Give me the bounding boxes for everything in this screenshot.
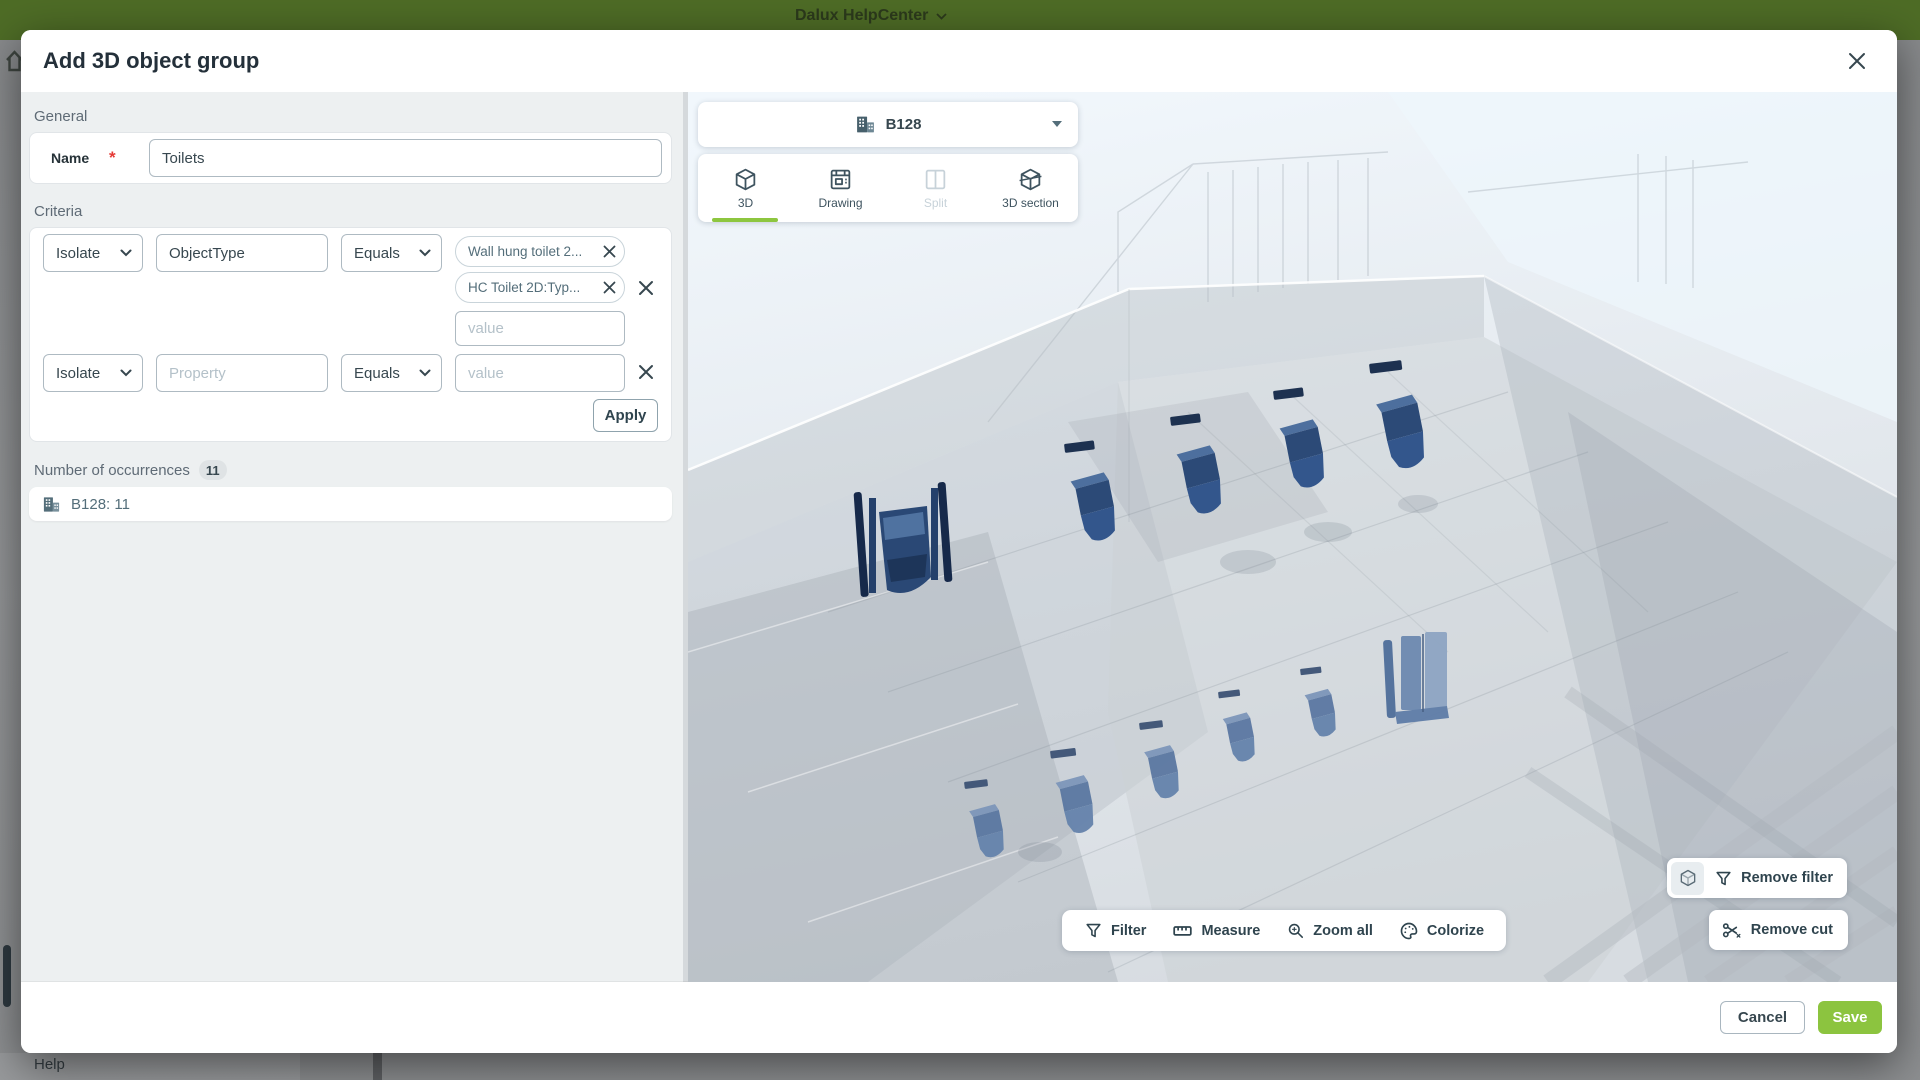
- remove-criteria-row-icon[interactable]: [638, 364, 654, 380]
- dialog-title: Add 3D object group: [43, 48, 1843, 74]
- add-3d-object-group-dialog: Add 3D object group General Name * Crite…: [21, 30, 1897, 1053]
- palette-icon: [1399, 921, 1419, 941]
- occurrence-item[interactable]: B128: 11: [29, 487, 672, 521]
- colorize-button[interactable]: Colorize: [1399, 921, 1484, 941]
- chevron-down-icon: [936, 13, 947, 20]
- tool-label: Filter: [1111, 923, 1146, 939]
- remove-filter-button[interactable]: Remove filter: [1714, 869, 1833, 888]
- chevron-down-icon: [120, 249, 132, 257]
- model-selector-value: B128: [886, 116, 922, 133]
- help-link: Help: [34, 1056, 65, 1073]
- action-select[interactable]: Isolate: [43, 354, 143, 392]
- value-chips-column: Wall hung toilet 2... HC Toilet 2D:Typ..…: [455, 234, 625, 346]
- cancel-button[interactable]: Cancel: [1720, 1001, 1805, 1034]
- value-chip-label: Wall hung toilet 2...: [468, 244, 582, 259]
- backdrop-strip: [373, 1053, 382, 1080]
- required-asterisk: *: [109, 148, 149, 168]
- apply-button[interactable]: Apply: [593, 399, 658, 432]
- cube-section-icon: [1018, 167, 1043, 192]
- criteria-section-label: Criteria: [34, 203, 672, 220]
- filter-button[interactable]: Filter: [1084, 921, 1146, 940]
- drawing-icon: [828, 167, 853, 192]
- cube-view-button[interactable]: [1671, 862, 1704, 895]
- 3d-viewport[interactable]: [688, 92, 1897, 982]
- chevron-down-icon: [419, 249, 431, 257]
- dropdown-arrow-icon: [1052, 121, 1062, 127]
- name-label: Name: [51, 150, 109, 166]
- value-chip: Wall hung toilet 2...: [455, 236, 625, 267]
- value-input[interactable]: [455, 354, 625, 392]
- scissors-icon: [1721, 920, 1742, 941]
- occurrence-item-label: B128: 11: [71, 496, 130, 513]
- criteria-card: Isolate Equals Wall hung toilet 2...: [29, 227, 672, 442]
- close-button[interactable]: [1843, 47, 1871, 75]
- tool-label: Zoom all: [1313, 923, 1373, 939]
- tab-drawing[interactable]: Drawing: [793, 154, 888, 222]
- 3d-viewer: B128 3D: [688, 92, 1897, 982]
- view-tabs: 3D Drawing Split: [698, 154, 1078, 222]
- operator-select-value: Equals: [354, 245, 400, 262]
- action-select[interactable]: Isolate: [43, 234, 143, 272]
- tool-label: Colorize: [1427, 923, 1484, 939]
- tab-3d[interactable]: 3D: [698, 154, 793, 222]
- tab-3d-section[interactable]: 3D section: [983, 154, 1078, 222]
- name-card: Name *: [29, 132, 672, 184]
- name-input[interactable]: [149, 139, 662, 177]
- value-chip: HC Toilet 2D:Typ...: [455, 272, 625, 303]
- side-panel-handle: [3, 945, 11, 1007]
- page-app-title-text: Dalux HelpCenter: [795, 7, 928, 25]
- viewer-toolbar: Filter Measure Zoom all: [1062, 910, 1506, 951]
- action-select-value: Isolate: [56, 245, 100, 262]
- remove-chip-icon[interactable]: [603, 281, 616, 294]
- close-icon: [1848, 52, 1866, 70]
- value-chip-label: HC Toilet 2D:Typ...: [468, 280, 580, 295]
- model-selector[interactable]: B128: [698, 102, 1078, 147]
- value-input[interactable]: [455, 311, 625, 346]
- dialog-header: Add 3D object group: [21, 30, 1897, 92]
- chevron-down-icon: [419, 369, 431, 377]
- general-section-label: General: [34, 108, 672, 125]
- magnifier-icon: [1286, 921, 1305, 940]
- chevron-down-icon: [120, 369, 132, 377]
- page-app-title: Dalux HelpCenter: [795, 7, 947, 25]
- building-icon: [855, 114, 876, 135]
- tab-split: Split: [888, 154, 983, 222]
- remove-chip-icon[interactable]: [603, 245, 616, 258]
- action-select-value: Isolate: [56, 365, 100, 382]
- measure-button[interactable]: Measure: [1172, 920, 1260, 941]
- filter-icon: [1714, 869, 1733, 888]
- tab-label: 3D: [738, 196, 753, 210]
- building-icon: [42, 495, 61, 514]
- remove-filter-label: Remove filter: [1741, 870, 1833, 886]
- form-panel: General Name * Criteria Isolate Equals: [21, 92, 683, 982]
- tab-label: Drawing: [818, 196, 862, 210]
- criteria-row: Isolate Equals Wall hung toilet 2...: [43, 234, 658, 346]
- remove-cut-button[interactable]: Remove cut: [1709, 910, 1848, 950]
- occurrences-label: Number of occurrences 11: [34, 460, 672, 480]
- split-view-icon: [923, 167, 948, 192]
- tab-label: 3D section: [1002, 196, 1059, 210]
- property-input[interactable]: [156, 354, 328, 392]
- cube-icon: [733, 167, 758, 192]
- criteria-row: Isolate Equals: [43, 354, 658, 392]
- property-input[interactable]: [156, 234, 328, 272]
- filter-icon: [1084, 921, 1103, 940]
- ruler-icon: [1172, 920, 1193, 941]
- dialog-footer: Cancel Save: [21, 982, 1897, 1053]
- operator-select[interactable]: Equals: [341, 354, 442, 392]
- occurrences-count-badge: 11: [199, 460, 227, 480]
- cube-icon: [1678, 868, 1698, 888]
- tool-label: Measure: [1201, 923, 1260, 939]
- remove-cut-label: Remove cut: [1751, 922, 1833, 938]
- operator-select-value: Equals: [354, 365, 400, 382]
- remove-filter-card: Remove filter: [1667, 858, 1847, 898]
- operator-select[interactable]: Equals: [341, 234, 442, 272]
- occurrences-label-text: Number of occurrences: [34, 462, 190, 479]
- remove-criteria-row-icon[interactable]: [638, 280, 654, 296]
- zoom-all-button[interactable]: Zoom all: [1286, 921, 1373, 940]
- tab-label: Split: [924, 196, 947, 210]
- save-button[interactable]: Save: [1818, 1001, 1882, 1034]
